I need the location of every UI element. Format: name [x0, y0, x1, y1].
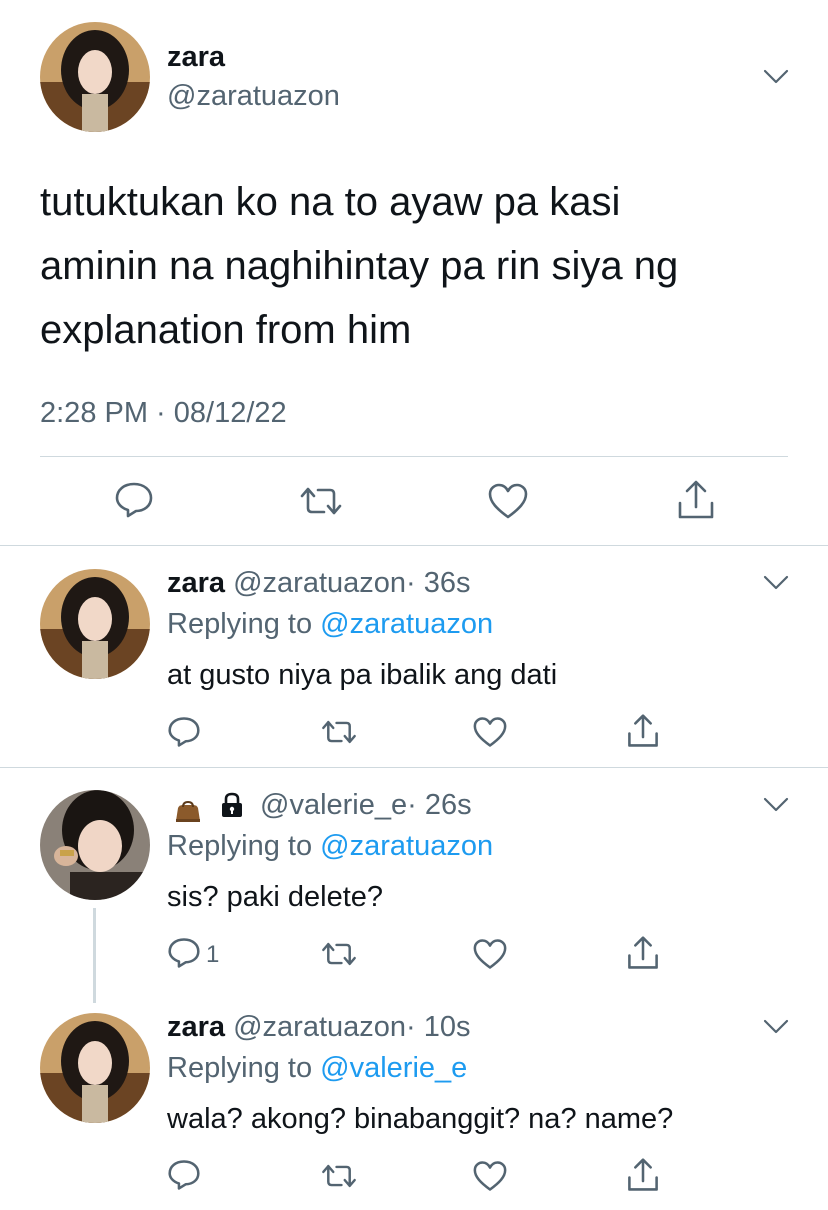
handle[interactable]: @zaratuazon	[167, 79, 340, 113]
tweet-time[interactable]: · 36s	[406, 567, 470, 599]
share-icon[interactable]	[626, 1157, 660, 1193]
share-icon[interactable]	[676, 479, 716, 521]
retweet-icon[interactable]	[320, 718, 358, 746]
like-icon[interactable]	[472, 938, 508, 970]
like-icon[interactable]	[472, 1160, 508, 1192]
divider	[0, 767, 828, 768]
reply-icon[interactable]	[167, 716, 201, 748]
retweet-icon[interactable]	[298, 484, 344, 518]
replying-to-label: Replying to	[167, 1052, 313, 1084]
divider	[0, 545, 828, 546]
display-name[interactable]: zara	[167, 567, 225, 599]
reply-text: sis? paki delete?	[167, 881, 384, 913]
reply-text: wala? akong? binabanggit? na? name?	[167, 1103, 674, 1135]
display-name[interactable]: zara	[167, 1011, 225, 1043]
tweet-time[interactable]: · 10s	[406, 1011, 470, 1043]
share-icon[interactable]	[626, 713, 660, 749]
reply-icon[interactable]	[114, 481, 154, 519]
reply-icon[interactable]	[167, 937, 201, 969]
replying-to-link[interactable]: @zaratuazon	[320, 830, 493, 862]
thread-connector-line	[93, 908, 96, 1003]
avatar[interactable]	[40, 790, 150, 900]
avatar[interactable]	[40, 1013, 150, 1123]
tweet-text-line: tutuktukan ko na to ayaw pa kasi	[40, 180, 621, 224]
timestamp[interactable]: 2:28 PM · 08/12/22	[40, 396, 287, 430]
chevron-down-icon[interactable]	[763, 575, 789, 591]
share-icon[interactable]	[626, 935, 660, 971]
replying-to-label: Replying to	[167, 608, 313, 640]
reply-text: at gusto niya pa ibalik ang dati	[167, 659, 558, 691]
handle[interactable]: @valerie_e	[260, 789, 407, 821]
bag-emoji-icon	[173, 797, 203, 831]
reply-icon[interactable]	[167, 1159, 201, 1191]
avatar[interactable]	[40, 22, 150, 132]
replying-to: Replying to @zaratuazon	[167, 829, 493, 863]
replying-to-link[interactable]: @valerie_e	[320, 1052, 467, 1084]
lock-icon	[220, 792, 244, 826]
reply-header: zara @zaratuazon· 10s	[167, 1010, 471, 1044]
replying-to-label: Replying to	[167, 830, 313, 862]
reply-count: 1	[206, 941, 220, 968]
display-name[interactable]: zara	[167, 40, 225, 74]
retweet-icon[interactable]	[320, 940, 358, 968]
avatar[interactable]	[40, 569, 150, 679]
chevron-down-icon[interactable]	[763, 1019, 789, 1035]
like-icon[interactable]	[487, 482, 529, 520]
reply-header: @valerie_e· 26s	[167, 788, 472, 822]
tweet-text-line: explanation from him	[40, 308, 412, 352]
chevron-down-icon[interactable]	[763, 69, 789, 85]
chevron-down-icon[interactable]	[763, 797, 789, 813]
tweet-text-line: aminin na naghihintay pa rin siya ng	[40, 244, 679, 288]
retweet-icon[interactable]	[320, 1162, 358, 1190]
reply-header: zara @zaratuazon· 36s	[167, 566, 471, 600]
tweet-text: tutuktukan ko na to ayaw pa kasi aminin …	[40, 170, 678, 362]
like-icon[interactable]	[472, 716, 508, 748]
handle[interactable]: @zaratuazon	[233, 1011, 406, 1043]
handle[interactable]: @zaratuazon	[233, 567, 406, 599]
tweet-divider	[40, 456, 788, 457]
replying-to: Replying to @valerie_e	[167, 1051, 467, 1085]
replying-to: Replying to @zaratuazon	[167, 607, 493, 641]
tweet-time[interactable]: · 26s	[407, 789, 471, 821]
replying-to-link[interactable]: @zaratuazon	[320, 608, 493, 640]
